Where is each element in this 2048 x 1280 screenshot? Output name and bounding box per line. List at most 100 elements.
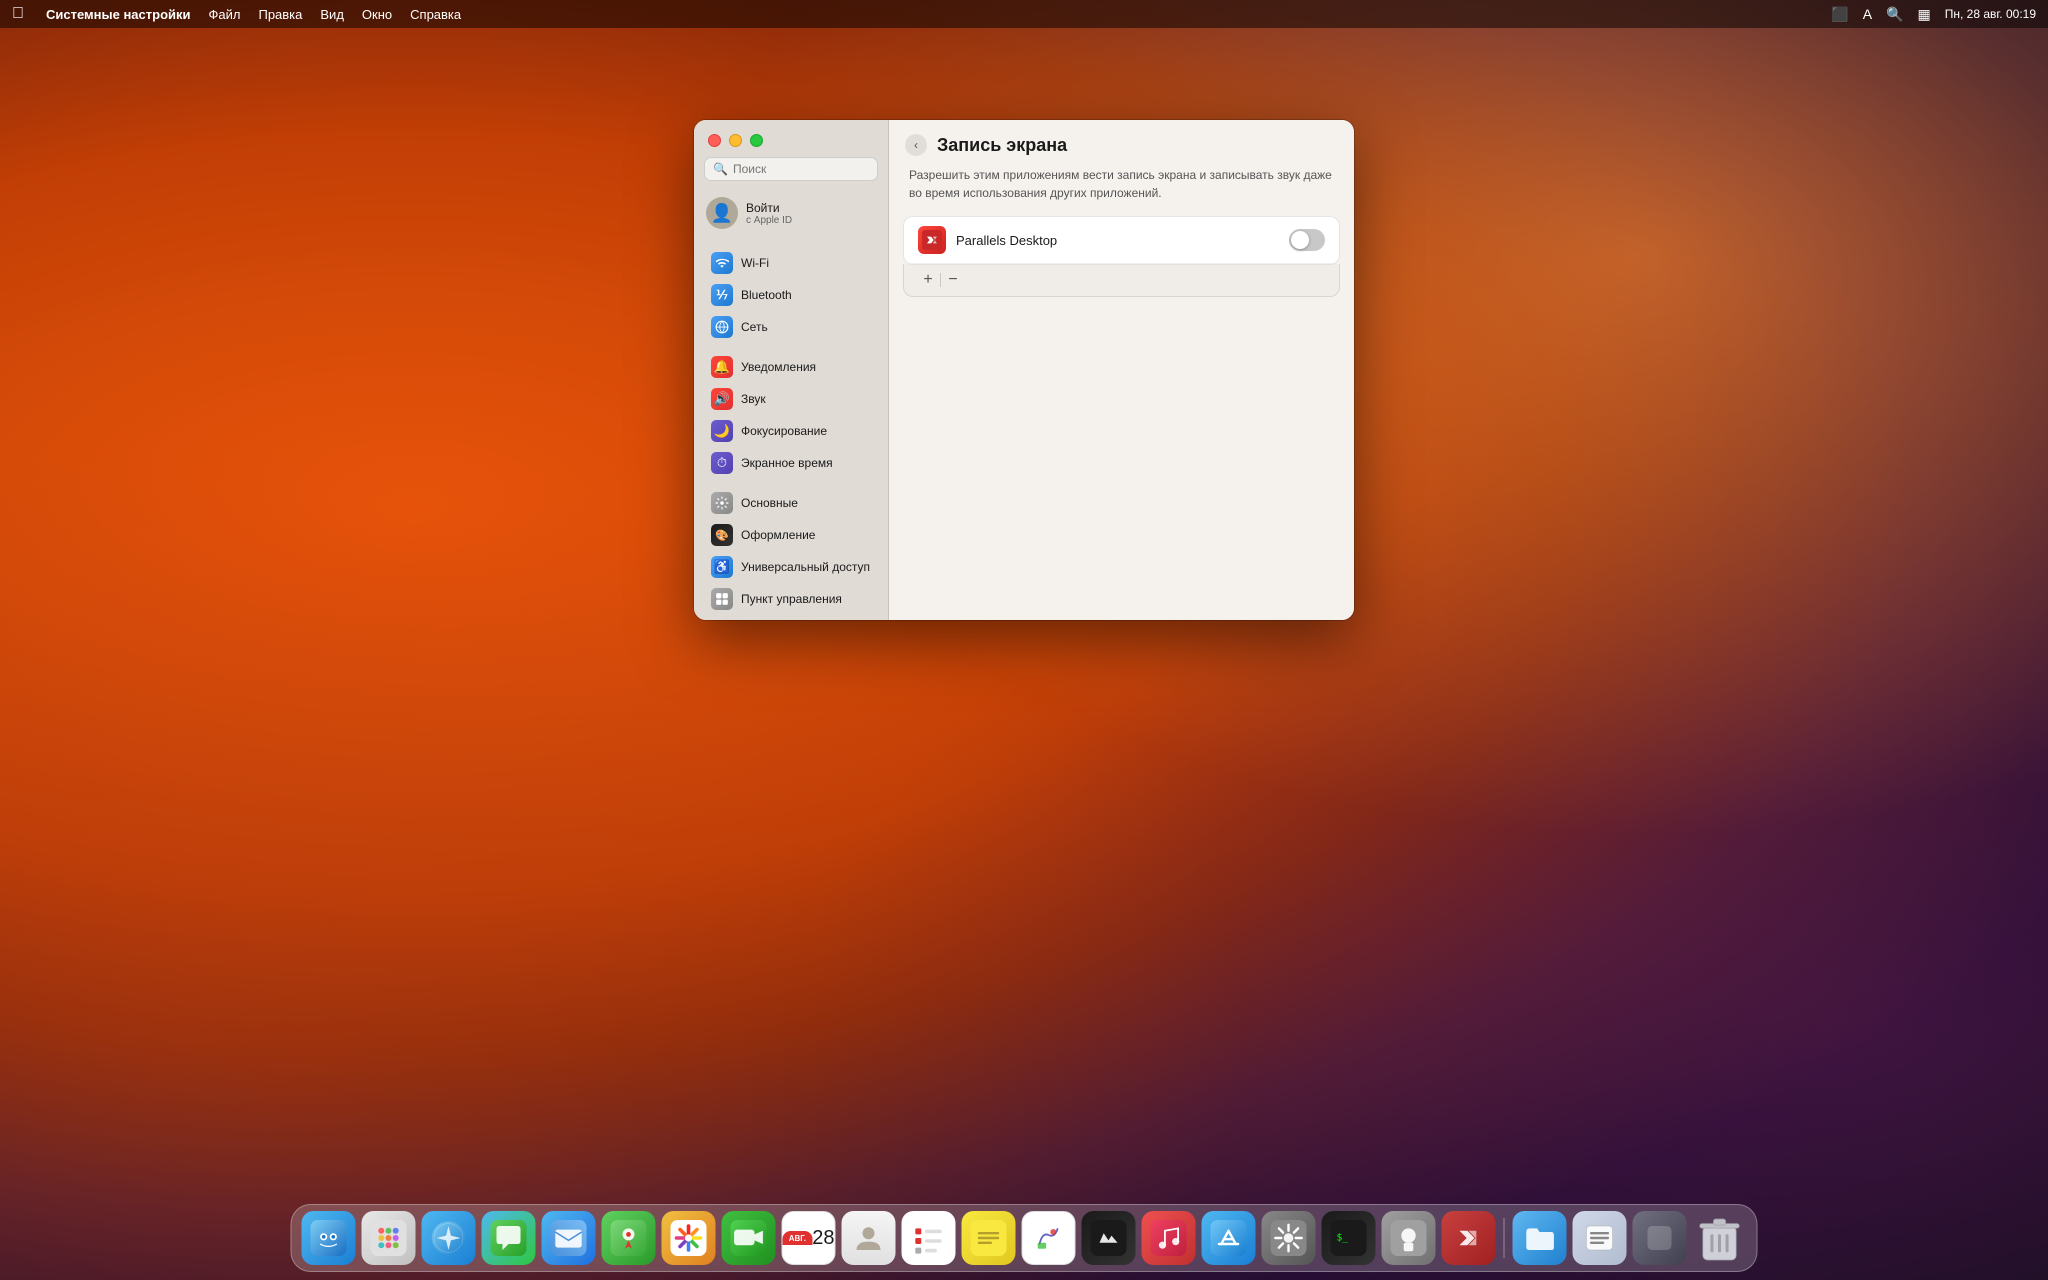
general-icon bbox=[711, 492, 733, 514]
notifications-icon: 🔔 bbox=[711, 356, 733, 378]
content-description: Разрешить этим приложениям вести запись … bbox=[889, 166, 1354, 216]
menubar-edit[interactable]: Правка bbox=[258, 7, 302, 22]
content-header: ‹ Запись экрана bbox=[889, 120, 1354, 166]
menubar-icon-text[interactable]: A bbox=[1863, 6, 1872, 22]
dock-separator bbox=[1504, 1218, 1505, 1258]
window-maximize-button[interactable] bbox=[750, 134, 763, 147]
menubar-window[interactable]: Окно bbox=[362, 7, 392, 22]
sidebar-user[interactable]: 👤 Войти с Apple ID bbox=[694, 191, 888, 235]
sound-icon: 🔊 bbox=[711, 388, 733, 410]
appearance-icon: 🎨 bbox=[711, 524, 733, 546]
dock-icon-finder[interactable] bbox=[302, 1211, 356, 1265]
sidebar-label-bluetooth: Bluetooth bbox=[741, 288, 792, 302]
menubar-app-name[interactable]: Системные настройки bbox=[46, 7, 191, 22]
sidebar-label-notifications: Уведомления bbox=[741, 360, 816, 374]
sidebar-item-control[interactable]: Пункт управления bbox=[699, 583, 883, 615]
menubar-view[interactable]: Вид bbox=[320, 7, 344, 22]
menubar-icon-screen[interactable]: ⬛ bbox=[1831, 6, 1848, 23]
menubar-datetime: Пн, 28 авг. 00:19 bbox=[1945, 7, 2036, 21]
sidebar-label-general: Основные bbox=[741, 496, 798, 510]
control-icon bbox=[711, 588, 733, 610]
back-icon: ‹ bbox=[914, 138, 918, 152]
search-icon: 🔍 bbox=[713, 162, 728, 176]
dock-icon-files[interactable] bbox=[1513, 1211, 1567, 1265]
dock-icon-messages[interactable] bbox=[482, 1211, 536, 1265]
sidebar-item-focus[interactable]: 🌙 Фокусирование bbox=[699, 415, 883, 447]
table-row: Parallels Desktop bbox=[904, 217, 1339, 264]
main-content: ‹ Запись экрана Разрешить этим приложени… bbox=[889, 120, 1354, 620]
dock-icon-music[interactable] bbox=[1142, 1211, 1196, 1265]
sidebar-label-appearance: Оформление bbox=[741, 528, 815, 542]
window-controls bbox=[694, 120, 888, 157]
accessibility-icon: ♿ bbox=[711, 556, 733, 578]
dock-icon-terminal[interactable]: $_ bbox=[1322, 1211, 1376, 1265]
sidebar-item-wifi[interactable]: Wi-Fi bbox=[699, 247, 883, 279]
avatar: 👤 bbox=[706, 197, 738, 229]
sidebar-item-network[interactable]: Сеть bbox=[699, 311, 883, 343]
window-close-button[interactable] bbox=[708, 134, 721, 147]
svg-text:$_: $_ bbox=[1337, 1232, 1349, 1243]
dock-icon-notes[interactable] bbox=[962, 1211, 1016, 1265]
dock-icon-unknown[interactable] bbox=[1633, 1211, 1687, 1265]
menubar-icon-search[interactable]: 🔍 bbox=[1886, 6, 1903, 23]
dock-icon-trash[interactable] bbox=[1693, 1211, 1747, 1265]
search-input[interactable] bbox=[733, 162, 869, 176]
sidebar-item-sound[interactable]: 🔊 Звук bbox=[699, 383, 883, 415]
sidebar-label-wifi: Wi-Fi bbox=[741, 256, 769, 270]
dock-icon-mail[interactable] bbox=[542, 1211, 596, 1265]
bluetooth-icon: ⅐ bbox=[711, 284, 733, 306]
app-list-controls: + − bbox=[903, 264, 1340, 297]
dock-icon-contacts[interactable] bbox=[842, 1211, 896, 1265]
add-app-button[interactable]: + bbox=[918, 270, 938, 290]
sidebar-item-screentime[interactable]: ⏱ Экранное время bbox=[699, 447, 883, 479]
parallels-toggle[interactable] bbox=[1289, 229, 1325, 251]
back-button[interactable]: ‹ bbox=[905, 134, 927, 156]
menubar-left:  Системные настройки Файл Правка Вид Ок… bbox=[12, 5, 461, 23]
menubar-file[interactable]: Файл bbox=[209, 7, 241, 22]
page-title: Запись экрана bbox=[937, 135, 1067, 156]
wifi-icon bbox=[711, 252, 733, 274]
sidebar-label-network: Сеть bbox=[741, 320, 768, 334]
dock-icon-automator[interactable] bbox=[1382, 1211, 1436, 1265]
app-icon-parallels bbox=[918, 226, 946, 254]
sidebar-item-appearance[interactable]: 🎨 Оформление bbox=[699, 519, 883, 551]
app-name-parallels: Parallels Desktop bbox=[956, 233, 1289, 248]
dock-icon-reminders[interactable] bbox=[902, 1211, 956, 1265]
sidebar: 🔍 👤 Войти с Apple ID Wi-Fi ⅐ bbox=[694, 120, 889, 620]
menubar:  Системные настройки Файл Правка Вид Ок… bbox=[0, 0, 2048, 28]
system-preferences-window: 🔍 👤 Войти с Apple ID Wi-Fi ⅐ bbox=[694, 120, 1354, 620]
dock-icon-freeform[interactable] bbox=[1022, 1211, 1076, 1265]
menubar-help[interactable]: Справка bbox=[410, 7, 461, 22]
sidebar-label-sound: Звук bbox=[741, 392, 766, 406]
dock-icon-launchpad[interactable] bbox=[362, 1211, 416, 1265]
sidebar-item-general[interactable]: Основные bbox=[699, 487, 883, 519]
sidebar-item-bluetooth[interactable]: ⅐ Bluetooth bbox=[699, 279, 883, 311]
sidebar-item-notifications[interactable]: 🔔 Уведомления bbox=[699, 351, 883, 383]
list-button-separator bbox=[940, 273, 941, 287]
apple-menu[interactable]:  bbox=[12, 5, 24, 23]
dock: АВГ. 28 bbox=[291, 1204, 1758, 1272]
sidebar-label-focus: Фокусирование bbox=[741, 424, 827, 438]
dock-icon-facetime[interactable] bbox=[722, 1211, 776, 1265]
sidebar-label-control: Пункт управления bbox=[741, 592, 842, 606]
window-minimize-button[interactable] bbox=[729, 134, 742, 147]
sidebar-label-screentime: Экранное время bbox=[741, 456, 833, 470]
user-name: Войти bbox=[746, 201, 792, 215]
search-box[interactable]: 🔍 bbox=[704, 157, 878, 181]
dock-icon-photos[interactable] bbox=[662, 1211, 716, 1265]
dock-icon-parallels[interactable] bbox=[1442, 1211, 1496, 1265]
remove-app-button[interactable]: − bbox=[943, 270, 963, 290]
user-subtitle: с Apple ID bbox=[746, 215, 792, 226]
dock-icon-calendar[interactable]: АВГ. 28 bbox=[782, 1211, 836, 1265]
dock-icon-safari[interactable] bbox=[422, 1211, 476, 1265]
dock-icon-sysprefs[interactable] bbox=[1262, 1211, 1316, 1265]
sidebar-item-accessibility[interactable]: ♿ Универсальный доступ bbox=[699, 551, 883, 583]
sidebar-item-siri[interactable]: 🎙 Siri и Spotlight bbox=[699, 615, 883, 620]
dock-icon-appletv[interactable] bbox=[1082, 1211, 1136, 1265]
dock-icon-finder-list[interactable] bbox=[1573, 1211, 1627, 1265]
menubar-icon-control[interactable]: ▦ bbox=[1918, 6, 1931, 23]
dock-icon-maps[interactable] bbox=[602, 1211, 656, 1265]
dock-icon-appstore[interactable] bbox=[1202, 1211, 1256, 1265]
focus-icon: 🌙 bbox=[711, 420, 733, 442]
menubar-right: ⬛ A 🔍 ▦ Пн, 28 авг. 00:19 bbox=[1831, 6, 2036, 23]
